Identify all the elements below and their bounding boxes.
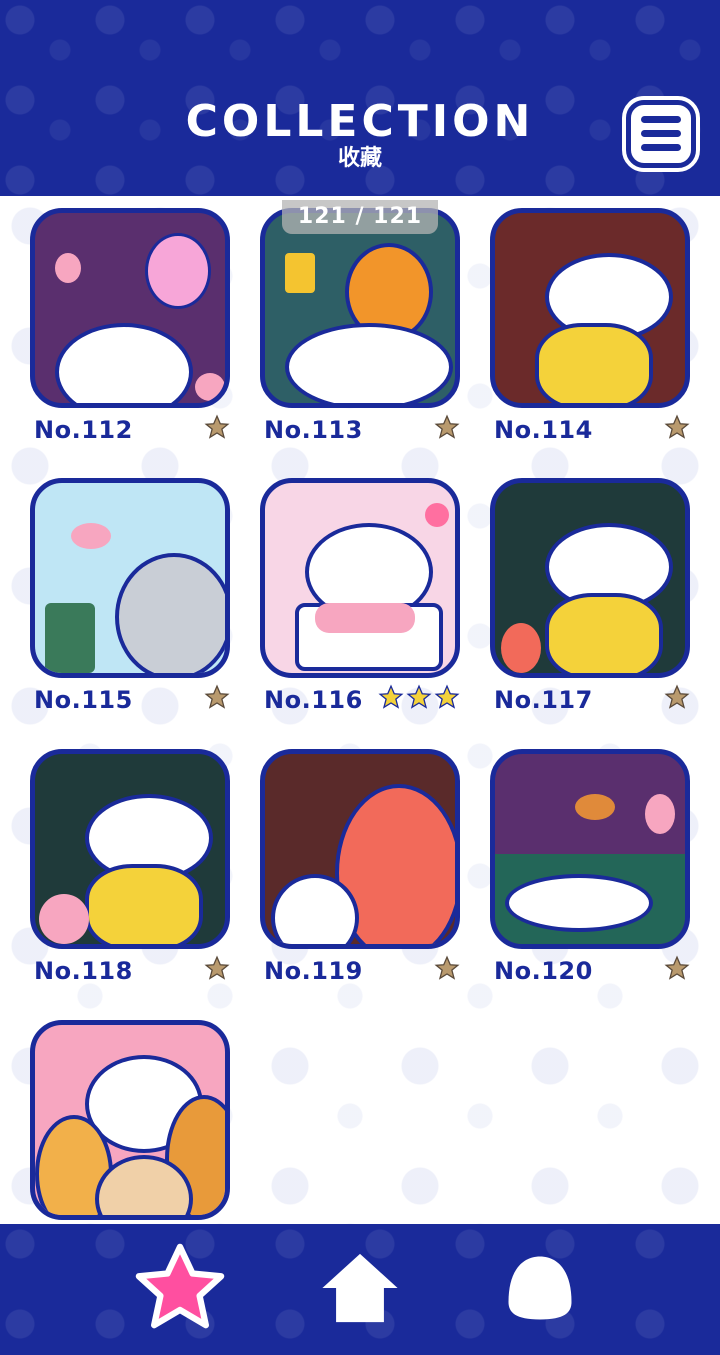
card-rating [664,414,690,440]
collection-counter: 121 / 121 [282,200,438,234]
card-number: No.115 [34,686,133,714]
star-icon [204,414,230,439]
star-icon [204,684,230,709]
card-rating [664,684,690,710]
card-thumbnail[interactable] [30,749,230,949]
nav-character-button[interactable] [490,1238,590,1338]
card-thumbnail[interactable] [260,208,460,408]
collection-card[interactable]: No.112 [30,208,230,444]
star-icon [406,684,432,709]
card-rating [434,955,460,981]
collection-card[interactable] [30,1020,230,1220]
collection-card[interactable]: No.118 [30,749,230,985]
star-icon [434,955,460,980]
collection-card[interactable]: No.120 [490,749,690,985]
menu-button[interactable] [622,96,700,172]
home-icon [322,1253,398,1323]
card-number: No.112 [34,416,133,444]
nav-home-button[interactable] [310,1238,410,1338]
card-number: No.113 [264,416,363,444]
star-icon [664,414,690,439]
card-number: No.116 [264,686,363,714]
card-thumbnail[interactable] [30,1020,230,1220]
star-icon [135,1243,225,1329]
card-thumbnail[interactable] [490,478,690,678]
bottom-nav [0,1224,720,1355]
card-thumbnail[interactable] [490,208,690,408]
card-number: No.114 [494,416,593,444]
star-icon [664,955,690,980]
collection-card[interactable]: No.115 [30,478,230,714]
star-icon [204,955,230,980]
collection-card[interactable]: No.119 [260,749,460,985]
menu-icon [641,114,681,154]
card-rating [204,955,230,981]
card-thumbnail[interactable] [260,478,460,678]
card-number: No.120 [494,957,593,985]
header: COLLECTION 收藏 [0,0,720,196]
card-rating [378,684,460,710]
card-thumbnail[interactable] [30,478,230,678]
card-rating [204,684,230,710]
star-icon [434,684,460,709]
card-thumbnail[interactable] [30,208,230,408]
card-thumbnail[interactable] [260,749,460,949]
card-rating [664,955,690,981]
collection-card[interactable]: No.114 [490,208,690,444]
collection-card[interactable]: No.113 [260,208,460,444]
star-icon [434,414,460,439]
card-number: No.117 [494,686,593,714]
page-subtitle: 收藏 [337,146,382,171]
collection-card[interactable]: No.117 [490,478,690,714]
nav-collection-button[interactable] [130,1238,230,1338]
star-icon [664,684,690,709]
star-icon [378,684,404,709]
card-number: No.118 [34,957,133,985]
page-title: COLLECTION [185,96,535,147]
card-thumbnail[interactable] [490,749,690,949]
card-number: No.119 [264,957,363,985]
collection-card[interactable]: No.116 [260,478,460,714]
blob-icon [508,1256,572,1320]
card-rating [434,414,460,440]
card-rating [204,414,230,440]
